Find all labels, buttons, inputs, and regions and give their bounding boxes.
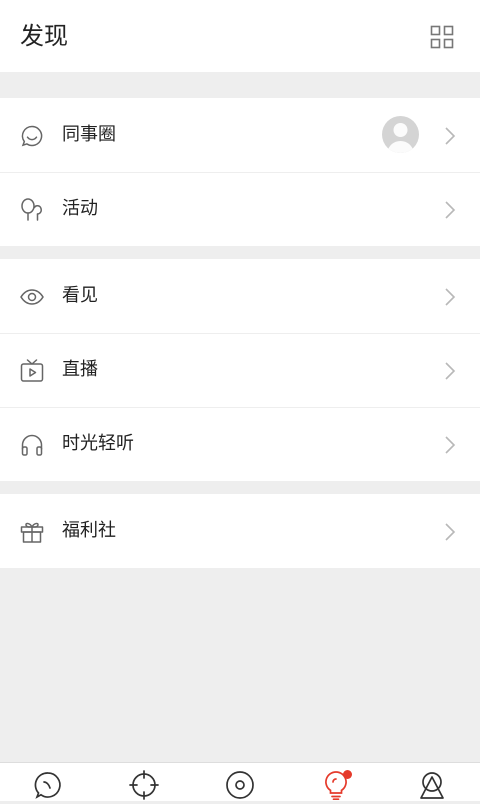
- tab-discover[interactable]: [321, 770, 352, 801]
- list-item-label: 直播: [62, 359, 98, 380]
- notification-dot: [343, 770, 352, 779]
- chevron-right-icon: [445, 288, 456, 306]
- chevron-right-icon: [445, 127, 456, 145]
- disc-tab-icon: [226, 771, 254, 799]
- chevron-right-icon: [445, 362, 456, 380]
- list-item-live[interactable]: 直播: [0, 333, 480, 407]
- list-item-welfare[interactable]: 福利社: [0, 494, 480, 568]
- page-title: 发现: [20, 22, 68, 50]
- eye-icon: [20, 289, 44, 305]
- list-item-label: 看见: [62, 285, 98, 306]
- list-item-see[interactable]: 看见: [0, 259, 480, 333]
- section-social: 同事圈 活动: [0, 98, 480, 246]
- avatar-placeholder-icon: [387, 123, 414, 153]
- avatar: [382, 116, 419, 153]
- tab-profile[interactable]: [417, 770, 447, 800]
- balloon-icon: [21, 198, 42, 221]
- bottom-tab-bar: [0, 762, 480, 801]
- list-item-colleague-circle[interactable]: 同事圈: [0, 98, 480, 172]
- crosshair-tab-icon: [129, 770, 159, 800]
- header-bar: 发现: [0, 0, 480, 72]
- list-item-label: 福利社: [62, 520, 116, 541]
- gift-icon: [20, 522, 44, 543]
- section-media: 看见 直播 时光轻听: [0, 259, 480, 481]
- chevron-right-icon: [445, 436, 456, 454]
- list-item-activities[interactable]: 活动: [0, 172, 480, 246]
- grid-menu-button[interactable]: [430, 25, 454, 49]
- headphones-icon: [21, 434, 43, 456]
- chat-bubble-icon: [21, 125, 43, 147]
- section-welfare: 福利社: [0, 494, 480, 568]
- message-tab-icon: [34, 772, 61, 799]
- grid-icon: [430, 25, 454, 49]
- tab-disc[interactable]: [225, 770, 255, 800]
- list-item-time-listening[interactable]: 时光轻听: [0, 407, 480, 481]
- list-item-label: 活动: [62, 198, 98, 219]
- list-item-label: 时光轻听: [62, 433, 134, 454]
- tv-play-icon: [20, 359, 44, 382]
- tab-discover-target[interactable]: [129, 770, 159, 800]
- list-item-label: 同事圈: [62, 124, 116, 145]
- profile-tab-icon: [420, 772, 444, 799]
- tab-messages[interactable]: [33, 770, 63, 800]
- chevron-right-icon: [445, 523, 456, 541]
- chevron-right-icon: [445, 201, 456, 219]
